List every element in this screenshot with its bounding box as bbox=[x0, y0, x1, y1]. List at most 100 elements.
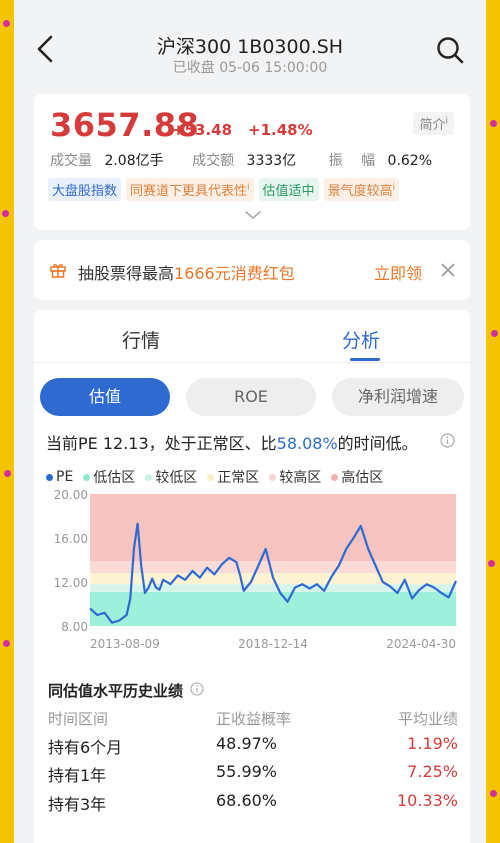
y-tick-label: 16.00 bbox=[54, 532, 88, 546]
segment-valuation[interactable]: 估值 bbox=[40, 378, 170, 416]
row-probability: 68.60% bbox=[216, 791, 278, 810]
history-title: 同估值水平历史业绩 bbox=[48, 682, 184, 700]
claim-now-link[interactable]: 立即领 bbox=[374, 260, 422, 284]
turnover-value: 3333亿 bbox=[246, 153, 297, 169]
bg-dot bbox=[4, 470, 11, 477]
active-tab-indicator bbox=[350, 358, 380, 361]
tag-item[interactable]: 同赛道下更具代表性i bbox=[126, 178, 254, 201]
tag-list: 大盘股指数 同赛道下更具代表性i 估值适中 景气度较高i bbox=[48, 178, 400, 201]
chevron-down-icon[interactable] bbox=[244, 210, 262, 220]
row-average: 10.33% bbox=[396, 791, 458, 810]
legend-label: 高估区 bbox=[341, 470, 384, 486]
legend-dot bbox=[331, 473, 339, 481]
y-tick-label: 8.00 bbox=[61, 620, 88, 634]
bg-dot bbox=[491, 330, 498, 337]
intro-button[interactable]: 简介i bbox=[413, 112, 454, 135]
analysis-panel: 行情 分析 估值 ROE 净利润增速 当前PE 12.13，处于正常区、比58.… bbox=[34, 310, 470, 843]
bg-dot bbox=[2, 210, 9, 217]
bg-dot bbox=[3, 20, 10, 27]
tag-item[interactable]: 估值适中 bbox=[258, 178, 319, 201]
tab-analysis[interactable]: 分析 bbox=[342, 326, 380, 353]
quote-card: 3657.88 +53.48 +1.48% 简介i 成交量 2.08亿手 成交额… bbox=[34, 94, 470, 230]
promo-text: 抽股票得最高1666元消费红包 bbox=[78, 260, 295, 284]
legend-item: PE bbox=[46, 467, 73, 487]
amplitude-value: 0.62% bbox=[387, 153, 433, 169]
y-tick-label: 20.00 bbox=[54, 488, 88, 502]
valuation-band bbox=[90, 561, 456, 574]
tag-label: 估值适中 bbox=[262, 184, 315, 199]
tag-info-mark: i bbox=[392, 182, 396, 193]
pe-valuation-chart: 20.00 16.00 12.00 8.002013-08-09 2018-12-14 2… bbox=[54, 488, 458, 651]
chart-legend: PE 低估区 较低区 正常区 较高区 高估区 bbox=[46, 467, 383, 487]
header-average: 平均业绩 bbox=[397, 710, 458, 728]
volume-value: 2.08亿手 bbox=[104, 153, 164, 169]
bg-dot bbox=[490, 120, 497, 127]
row-average: 1.19% bbox=[407, 734, 458, 753]
valuation-band bbox=[90, 494, 456, 562]
y-tick-label: 12.00 bbox=[54, 576, 88, 590]
promo-banner: 抽股票得最高1666元消费红包 立即领 bbox=[34, 240, 470, 300]
legend-label: PE bbox=[56, 469, 74, 485]
valuation-band bbox=[90, 591, 456, 626]
legend-label: 正常区 bbox=[217, 470, 260, 486]
legend-dot bbox=[207, 473, 215, 481]
tag-label: 大盘股指数 bbox=[52, 184, 118, 199]
row-average: 7.25% bbox=[407, 762, 458, 781]
header-probability: 正收益概率 bbox=[216, 710, 292, 728]
tab-quote[interactable]: 行情 bbox=[122, 326, 160, 353]
volume-label: 成交量 bbox=[50, 153, 92, 169]
price-change-percent: +1.48% bbox=[248, 121, 313, 139]
close-icon[interactable] bbox=[440, 262, 456, 278]
x-tick-label: 2018-12-14 bbox=[238, 637, 308, 651]
quote-stats: 成交量 2.08亿手 成交额 3333亿 振 幅 0.62% bbox=[50, 150, 432, 170]
pe-desc-tail: 的时间低。 bbox=[337, 434, 418, 453]
row-period: 持有6个月 bbox=[48, 738, 123, 757]
app-screen: 沪深300 1B0300.SH 已收盘 05-06 15:00:00 3657.… bbox=[14, 0, 486, 843]
legend-label: 较高区 bbox=[279, 470, 322, 486]
legend-item: 高估区 bbox=[331, 467, 383, 487]
bg-dot bbox=[490, 790, 497, 797]
intro-info-mark: i bbox=[445, 116, 448, 127]
intro-label: 简介 bbox=[419, 118, 446, 133]
top-nav-bar: 沪深300 1B0300.SH 已收盘 05-06 15:00:00 bbox=[14, 0, 486, 88]
promo-text-main: 抽股票得最高 bbox=[78, 264, 175, 283]
legend-dot bbox=[145, 473, 153, 481]
tag-label: 同赛道下更具代表性 bbox=[130, 184, 248, 199]
segment-roe[interactable]: ROE bbox=[186, 378, 316, 416]
promo-highlight: 1666元消费红包 bbox=[174, 264, 295, 283]
price-change: +53.48 bbox=[172, 121, 233, 139]
pe-percentile: 58.08% bbox=[276, 434, 338, 453]
pe-desc-text: 当前PE 12.13，处于正常区、比 bbox=[46, 434, 277, 453]
legend-item: 较低区 bbox=[145, 467, 197, 487]
info-icon[interactable] bbox=[190, 682, 204, 696]
tab-divider bbox=[34, 362, 470, 363]
bg-dot bbox=[488, 560, 495, 567]
legend-dot bbox=[269, 473, 277, 481]
amplitude-label: 振 bbox=[328, 153, 343, 169]
row-period: 持有1年 bbox=[48, 766, 107, 785]
tag-info-mark: i bbox=[247, 182, 250, 193]
gift-icon bbox=[50, 264, 66, 278]
tag-item[interactable]: 大盘股指数 bbox=[48, 178, 122, 201]
pe-description: 当前PE 12.13，处于正常区、比58.08%的时间低。 bbox=[46, 430, 418, 454]
bg-dot bbox=[3, 640, 10, 647]
x-tick-label: 2024-04-30 bbox=[386, 637, 456, 651]
legend-label: 较低区 bbox=[155, 470, 198, 486]
turnover-label: 成交额 bbox=[192, 153, 235, 169]
info-icon[interactable] bbox=[440, 433, 455, 448]
legend-dot bbox=[83, 473, 91, 481]
legend-dot bbox=[46, 473, 53, 481]
x-tick-label: 2013-08-09 bbox=[90, 637, 160, 651]
legend-item: 低估区 bbox=[83, 467, 135, 487]
segment-profit-growth[interactable]: 净利润增速 bbox=[332, 378, 464, 416]
tag-item[interactable]: 景气度较高i bbox=[323, 178, 400, 201]
row-probability: 48.97% bbox=[216, 734, 278, 753]
tag-label: 景气度较高 bbox=[327, 184, 393, 199]
row-period: 持有3年 bbox=[48, 795, 107, 814]
legend-item: 较高区 bbox=[269, 467, 321, 487]
search-icon[interactable] bbox=[436, 36, 464, 64]
header-period: 时间区间 bbox=[48, 710, 109, 728]
legend-item: 正常区 bbox=[207, 467, 259, 487]
page-title: 沪深300 1B0300.SH bbox=[156, 36, 344, 58]
legend-label: 低估区 bbox=[93, 470, 136, 486]
